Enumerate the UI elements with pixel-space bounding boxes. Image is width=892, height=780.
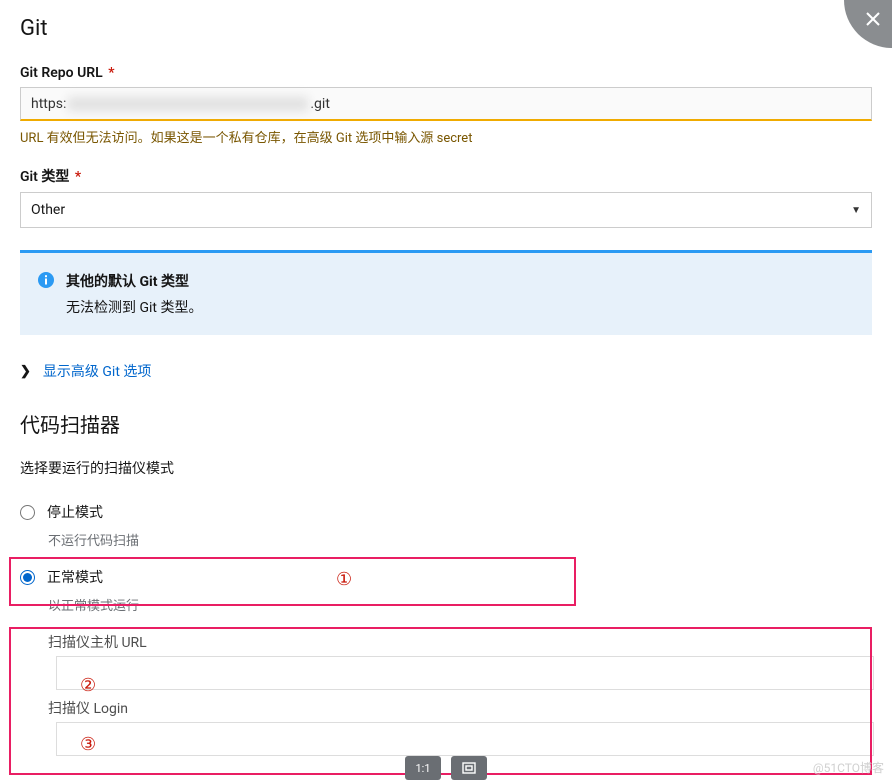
- toolbar-fullscreen-button[interactable]: [451, 756, 487, 780]
- git-type-label: Git 类型 *: [20, 166, 872, 186]
- advanced-git-link: 显示高级 Git 选项: [43, 361, 151, 381]
- scanner-mode-normal-hint: 以正常模式运行: [48, 595, 872, 614]
- page-title: Git: [20, 16, 872, 41]
- scanner-mode-stop-label: 停止模式: [47, 502, 103, 522]
- scanner-mode-normal-label: 正常模式: [47, 567, 103, 587]
- git-type-value: Other: [31, 202, 65, 218]
- scanner-login-label: 扫描仪 Login: [48, 698, 872, 718]
- scanner-desc: 选择要运行的扫描仪模式: [20, 458, 872, 478]
- info-icon: [38, 272, 54, 317]
- git-repo-url-warning: URL 有效但无法访问。如果这是一个私有仓库，在高级 Git 选项中输入源 se…: [20, 127, 872, 146]
- scanner-section-title: 代码扫描器: [20, 409, 872, 438]
- scanner-mode-stop-hint: 不运行代码扫描: [48, 530, 872, 549]
- scanner-mode-stop-radio[interactable]: [20, 505, 35, 520]
- close-icon: [865, 11, 881, 27]
- info-panel-title: 其他的默认 Git 类型: [66, 271, 202, 291]
- fullscreen-icon: [462, 762, 476, 774]
- bottom-toolbar: 1:1: [405, 756, 487, 780]
- scanner-host-url-input[interactable]: [56, 656, 874, 690]
- advanced-git-toggle[interactable]: ❯ 显示高级 Git 选项: [20, 361, 872, 381]
- scanner-mode-stop-row: 停止模式: [20, 502, 872, 522]
- git-type-select[interactable]: Other ▼: [20, 192, 872, 228]
- toolbar-ratio-button[interactable]: 1:1: [405, 756, 441, 780]
- scanner-mode-normal-row: 正常模式: [20, 567, 872, 587]
- required-asterisk: *: [71, 169, 81, 185]
- url-prefix: https:: [31, 96, 66, 112]
- url-redacted: [68, 97, 308, 111]
- scanner-login-input[interactable]: [56, 722, 874, 756]
- scanner-mode-normal-radio[interactable]: [20, 570, 35, 585]
- scanner-host-url-label: 扫描仪主机 URL: [48, 632, 872, 652]
- git-repo-url-input[interactable]: https: .git: [20, 87, 872, 121]
- git-repo-url-label: Git Repo URL *: [20, 65, 872, 81]
- info-panel-body: 无法检测到 Git 类型。: [66, 297, 202, 317]
- chevron-right-icon: ❯: [20, 364, 31, 379]
- url-suffix: .git: [310, 96, 330, 112]
- caret-down-icon: ▼: [851, 205, 861, 216]
- required-asterisk: *: [105, 65, 115, 81]
- info-panel: 其他的默认 Git 类型 无法检测到 Git 类型。: [20, 250, 872, 335]
